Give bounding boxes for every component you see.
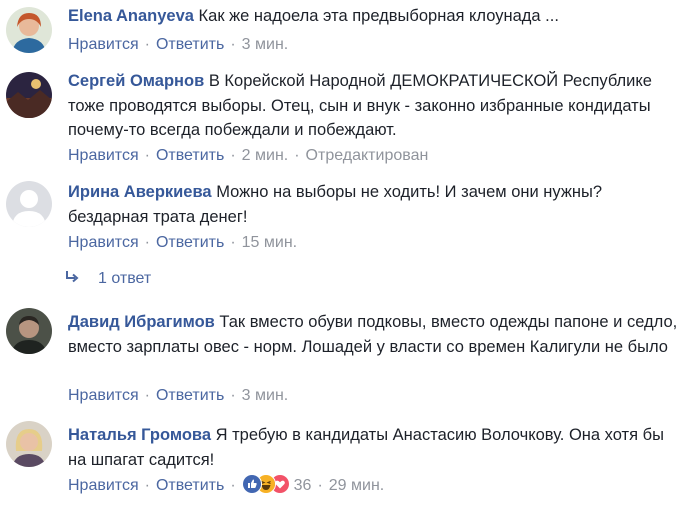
separator: · (294, 147, 300, 164)
comment-author[interactable]: Сергей Омарнов (68, 72, 204, 90)
like-link[interactable]: Нравится (68, 477, 139, 494)
comment-text: Как же надоела эта предвыборная клоунада… (198, 7, 559, 25)
separator: · (230, 234, 236, 251)
reply-link[interactable]: Ответить (156, 36, 224, 53)
like-link[interactable]: Нравится (68, 234, 139, 251)
comment-actions: Нравится · Ответить · 3 мин. (68, 35, 288, 55)
separator: · (230, 387, 236, 404)
avatar[interactable] (6, 72, 52, 118)
comment-body: Давид Ибрагимов Так вместо обуви подковы… (68, 310, 678, 359)
comment-actions: Нравится · Ответить · 15 мин. (68, 233, 297, 253)
comment-body: Наталья Громова Я требую в кандидаты Ана… (68, 423, 678, 472)
avatar[interactable] (6, 181, 52, 227)
timestamp[interactable]: 3 мин. (242, 36, 289, 53)
reactions-summary[interactable] (241, 474, 290, 494)
reply-link[interactable]: Ответить (156, 147, 224, 164)
replies-count[interactable]: 1 ответ (98, 270, 151, 287)
comment-author[interactable]: Наталья Громова (68, 426, 211, 444)
comment-author[interactable]: Elena Ananyeva (68, 7, 194, 25)
comment-actions: Нравится · Ответить · 2 мин. · Отредактирован (68, 146, 428, 166)
avatar[interactable] (6, 308, 52, 354)
comment-body: Elena Ananyeva Как же надоела эта предвы… (68, 4, 678, 29)
timestamp[interactable]: 15 мин. (242, 234, 297, 251)
separator: · (230, 477, 236, 494)
like-link[interactable]: Нравится (68, 36, 139, 53)
comment-author[interactable]: Давид Ибрагимов (68, 313, 215, 331)
timestamp[interactable]: 2 мин. (242, 147, 289, 164)
comment-actions: Нравится · Ответить · 36 · 29 мин. (68, 474, 384, 496)
avatar[interactable] (6, 7, 52, 53)
reply-link[interactable]: Ответить (156, 387, 224, 404)
separator: · (317, 477, 323, 494)
separator: · (144, 147, 150, 164)
separator: · (230, 147, 236, 164)
like-link[interactable]: Нравится (68, 147, 139, 164)
separator: · (144, 387, 150, 404)
reply-arrow-icon (66, 271, 79, 283)
avatar[interactable] (6, 421, 52, 467)
reply-link[interactable]: Ответить (156, 234, 224, 251)
timestamp[interactable]: 29 мин. (329, 477, 384, 494)
separator: · (144, 234, 150, 251)
timestamp[interactable]: 3 мин. (242, 387, 289, 404)
comment-body: Сергей Омарнов В Корейской Народной ДЕМО… (68, 69, 678, 143)
comment-actions: Нравится · Ответить · 3 мин. (68, 386, 288, 406)
reactions-count[interactable]: 36 (294, 477, 312, 494)
separator: · (144, 36, 150, 53)
view-replies-link[interactable]: 1 ответ (64, 269, 151, 289)
comment-author[interactable]: Ирина Аверкиева (68, 183, 212, 201)
separator: · (144, 477, 150, 494)
separator: · (230, 36, 236, 53)
edited-label[interactable]: Отредактирован (306, 147, 429, 164)
comment-body: Ирина Аверкиева Можно на выборы не ходит… (68, 180, 678, 229)
reply-link[interactable]: Ответить (156, 477, 224, 494)
like-link[interactable]: Нравится (68, 387, 139, 404)
like-reaction-icon (241, 474, 262, 494)
